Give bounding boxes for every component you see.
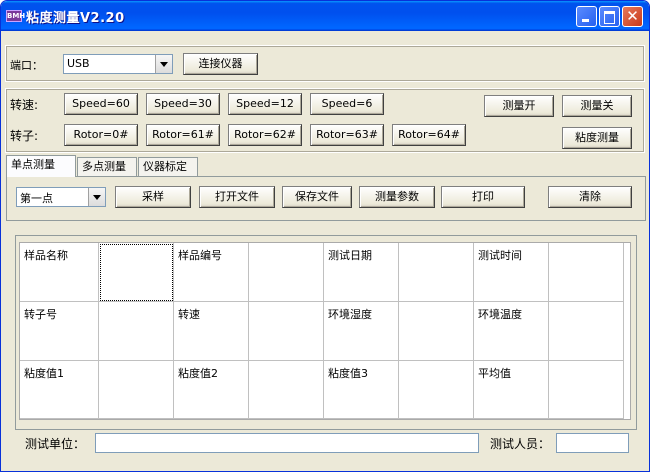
port-label: 端口： — [10, 59, 43, 72]
grid-cell-input[interactable] — [249, 302, 324, 361]
maximize-icon — [600, 7, 619, 26]
save-file-button[interactable]: 保存文件 — [282, 186, 352, 208]
tab-calibration[interactable]: 仪器标定 — [138, 157, 198, 177]
rotor-label: 转子: — [10, 129, 39, 143]
close-button[interactable]: ✕ — [622, 6, 643, 27]
unit-label: 测试单位： — [25, 437, 86, 451]
port-panel: 端口： USB 连接仪器 — [5, 45, 645, 82]
sample-button[interactable]: 采样 — [115, 186, 191, 208]
speed-6-button[interactable]: Speed=6 — [310, 93, 384, 115]
speed-30-button[interactable]: Speed=30 — [146, 93, 220, 115]
grid-cell-label: 转子号 — [20, 302, 99, 361]
grid-cell-input[interactable] — [99, 243, 174, 302]
grid-cell-label: 样品编号 — [174, 243, 249, 302]
grid-cell-input[interactable] — [249, 361, 324, 419]
clear-button[interactable]: 清除 — [548, 186, 632, 208]
params-button[interactable]: 测量参数 — [359, 186, 435, 208]
port-value: USB — [67, 57, 90, 70]
grid-cell-label: 测试日期 — [324, 243, 399, 302]
viscosity-measure-button[interactable]: 粘度测量 — [562, 127, 632, 149]
minimize-icon — [577, 7, 596, 26]
tab-multi-point[interactable]: 多点测量 — [77, 157, 137, 177]
tab-single-point[interactable]: 单点测量 — [6, 155, 76, 177]
speed-12-button[interactable]: Speed=12 — [228, 93, 302, 115]
connect-button[interactable]: 连接仪器 — [183, 53, 258, 75]
grid-cell-input[interactable] — [249, 243, 324, 302]
grid-cell-label: 环境湿度 — [324, 302, 399, 361]
grid-cell-label: 转速 — [174, 302, 249, 361]
person-input[interactable] — [556, 433, 629, 453]
grid-cell-input[interactable] — [399, 302, 474, 361]
rotor-64-button[interactable]: Rotor=64# — [392, 124, 466, 146]
app-icon: BMH — [6, 10, 26, 22]
rotor-0-button[interactable]: Rotor=0# — [64, 124, 138, 146]
tab-page: 第一点 采样 打开文件 保存文件 测量参数 打印 清除 — [6, 176, 646, 221]
rotor-63-button[interactable]: Rotor=63# — [310, 124, 384, 146]
port-select[interactable]: USB — [63, 54, 173, 74]
main-window: BMH 粘度测量V2.20 ✕ 端口： USB 连接仪器 转速: Speed=6… — [0, 0, 650, 472]
grid-cell-input[interactable] — [399, 243, 474, 302]
grid-cell-input[interactable] — [549, 361, 624, 419]
minimize-button[interactable] — [576, 6, 597, 27]
measure-off-button[interactable]: 测量关 — [562, 95, 632, 117]
grid-cell-label: 环境温度 — [474, 302, 549, 361]
grid-cell-input[interactable] — [549, 302, 624, 361]
grid-cell-input[interactable] — [549, 243, 624, 302]
chevron-down-icon[interactable] — [155, 55, 172, 73]
grid-cell-label: 平均值 — [474, 361, 549, 419]
grid-cell-input[interactable] — [399, 361, 474, 419]
unit-input[interactable] — [95, 433, 479, 453]
grid-cell-label: 样品名称 — [20, 243, 99, 302]
rotor-62-button[interactable]: Rotor=62# — [228, 124, 302, 146]
person-label: 测试人员： — [490, 437, 551, 451]
grid-cell-label: 粘度值2 — [174, 361, 249, 419]
grid-cell-input[interactable] — [99, 361, 174, 419]
close-icon: ✕ — [626, 7, 639, 25]
grid-cell-input[interactable] — [99, 302, 174, 361]
grid-cell-label: 测试时间 — [474, 243, 549, 302]
title-bar[interactable]: BMH 粘度测量V2.20 ✕ — [1, 1, 649, 31]
point-select[interactable]: 第一点 — [16, 187, 106, 207]
grid-cell-label: 粘度值3 — [324, 361, 399, 419]
rotor-61-button[interactable]: Rotor=61# — [146, 124, 220, 146]
speed-rotor-panel: 转速: Speed=60 Speed=30 Speed=12 Speed=6 测… — [5, 88, 645, 153]
measure-on-button[interactable]: 测量开 — [484, 95, 554, 117]
speed-60-button[interactable]: Speed=60 — [64, 93, 138, 115]
print-button[interactable]: 打印 — [441, 186, 525, 208]
maximize-button[interactable] — [599, 6, 620, 27]
point-value: 第一点 — [20, 192, 53, 205]
grid-cell-label: 粘度值1 — [20, 361, 99, 419]
data-grid: 样品名称 样品编号 测试日期 测试时间 转子号 转速 环境湿度 环境温度 粘度值… — [19, 242, 631, 420]
chevron-down-icon[interactable] — [88, 188, 105, 206]
open-file-button[interactable]: 打开文件 — [199, 186, 275, 208]
speed-label: 转速: — [10, 98, 39, 112]
window-title: 粘度测量V2.20 — [26, 11, 125, 26]
